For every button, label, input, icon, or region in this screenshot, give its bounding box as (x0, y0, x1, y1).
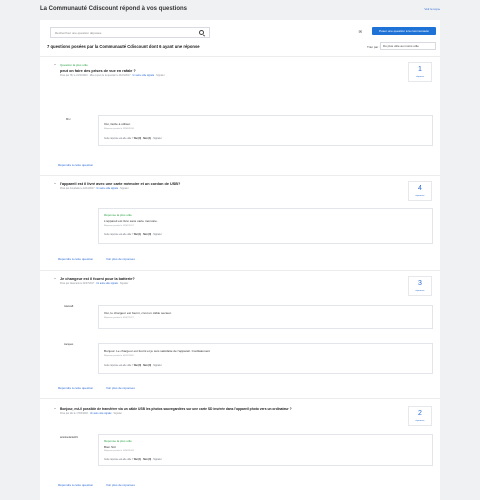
answer-text: Oui, facile à utiliser. (104, 122, 131, 126)
divider (40, 56, 440, 57)
report-link[interactable]: Signaler (153, 365, 161, 367)
search-box[interactable]: Recherchez une question déposée (50, 27, 210, 38)
top-link[interactable]: Voir le top ▸ (424, 7, 440, 11)
answer-useful: Cette réponse est-elle utile ? Oui (0) ·… (104, 365, 162, 367)
reply-button[interactable]: Répondre à cette question (58, 257, 93, 261)
answer-card: Oui, le chargeur est fourni, c'est un câ… (98, 305, 433, 329)
answer-count-label: réponses (415, 290, 425, 292)
report-link[interactable]: Signaler (153, 234, 161, 236)
answer-text: Bonjour. Le chargeur est fourni et je su… (104, 349, 211, 353)
sort-select[interactable]: Du plus utile au moins utile (380, 42, 436, 50)
collapse-icon[interactable]: − (54, 406, 56, 411)
best-answer-badge: Réponse la plus utile (104, 213, 132, 217)
question-title[interactable]: l'appareil est il livré avec une carte m… (60, 182, 180, 186)
report-link[interactable]: Signaler (153, 459, 161, 461)
divider (40, 175, 440, 176)
reply-button[interactable]: Répondre à cette question (58, 163, 93, 167)
meta-link[interactable]: Un autre utile signalé (96, 283, 118, 285)
answer-author: Mr.c (66, 118, 71, 121)
collapse-icon[interactable]: − (54, 276, 56, 281)
answer-author: Gianca8 (64, 305, 74, 308)
answer-author: antoinedantel19 (60, 436, 78, 439)
answer-date: Réponse postée le 05/07/2017 (104, 317, 134, 319)
reply-button[interactable]: Répondre à cette question (58, 386, 93, 390)
answer-count[interactable]: 3 réponses (408, 276, 432, 296)
question-title[interactable]: Je changeur est il fourni pour la batter… (60, 277, 135, 281)
divider (40, 270, 440, 271)
search-input[interactable]: Recherchez une question déposée (55, 31, 101, 35)
questions-summary: 7 questions posées par la Communauté Cdi… (47, 44, 200, 49)
vote-no-button[interactable]: Non (0) (143, 234, 151, 236)
question-title[interactable]: Bonjour, est-il possible de transférer v… (60, 407, 292, 411)
vote-yes-button[interactable]: Oui (0) (134, 365, 141, 367)
answer-date: Réponse postée le 18/03/2018 (104, 450, 134, 452)
answer-date: Réponse postée le 18/01/2017 (104, 225, 134, 227)
question-title[interactable]: peut on faire des prises de vue en rafal… (60, 69, 136, 73)
top-bar: La Communauté Cdiscount répond à vos que… (40, 6, 440, 18)
answer-date: Réponse postée le 28/06/2018 (104, 128, 134, 130)
meta-link[interactable]: Un autre utile signalé (90, 413, 112, 415)
ask-question-button[interactable]: Poser une question à la communauté (372, 27, 436, 35)
vote-no-button[interactable]: Non (0) (143, 459, 151, 461)
more-answers-button[interactable]: Voir plus de réponses (106, 257, 135, 261)
answer-useful: Cette réponse est-elle utile ? Oui (1) ·… (104, 459, 162, 461)
report-link[interactable]: Signaler (153, 138, 161, 140)
divider (40, 398, 440, 399)
question-meta: Posé par Annabelle le 12/12/2017 · Un au… (60, 188, 129, 190)
more-answers-button[interactable]: Voir plus de réponses (106, 483, 135, 487)
meta-link[interactable]: Un autre utile signalé (133, 75, 155, 77)
reply-button[interactable]: Répondre à cette question (58, 483, 93, 487)
question-item: − Question la plus utile peut on faire d… (40, 58, 440, 167)
qa-panel: Recherchez une question déposée ✉ Poser … (40, 20, 440, 500)
vote-yes-button[interactable]: Oui (1) (134, 459, 141, 461)
answer-count-label: réponses (415, 195, 425, 197)
answer-useful: Cette réponse est-elle utile ? Oui (0) ·… (104, 138, 162, 140)
page-title: La Communauté Cdiscount répond à vos que… (40, 6, 188, 12)
answer-count[interactable]: 1 réponse (408, 62, 432, 82)
question-item: − Bonjour, est-il possible de transférer… (40, 400, 440, 495)
question-item: − Je changeur est il fourni pour la batt… (40, 272, 440, 397)
answer-date: Réponse postée le 06/11/2018 (104, 355, 134, 357)
more-answers-button[interactable]: Voir plus de réponses (106, 386, 135, 390)
answer-author: Jacques (64, 343, 74, 346)
question-item: − l'appareil est il livré avec une carte… (40, 177, 440, 272)
sort-label: Trier par : (367, 45, 380, 49)
answer-card: Réponse la plus utile L'appareil est liv… (98, 208, 433, 244)
answer-useful: Cette réponse est-elle utile ? Oui (1) ·… (104, 234, 162, 236)
answer-text: Oui, le chargeur est fourni, c'est un câ… (104, 311, 172, 315)
answer-count-number: 4 (418, 185, 422, 192)
vote-yes-button[interactable]: Oui (0) (134, 138, 141, 140)
collapse-icon[interactable]: − (54, 181, 56, 186)
chat-icon: ✉ (358, 29, 362, 34)
question-meta: Posé par loki le 17/03/2018 · Un autre u… (60, 413, 122, 415)
answer-count-number: 2 (418, 410, 422, 417)
answer-count-label: réponses (415, 420, 425, 422)
answer-count[interactable]: 4 réponses (408, 181, 432, 201)
answer-text: Bien Sûr (104, 445, 116, 449)
question-meta: Posé par Giancarlo le 04/07/2017 · Un au… (60, 283, 129, 285)
question-meta: Posé par Hli, le 21/10/2016 · Mise à jou… (60, 75, 165, 77)
vote-no-button[interactable]: Non (0) (143, 365, 151, 367)
search-icon[interactable] (199, 30, 204, 35)
collapse-icon[interactable]: − (54, 62, 56, 67)
answer-card: Réponse la plus utile Bien Sûr Réponse p… (98, 434, 433, 466)
meta-link[interactable]: Un autre utile signalé (97, 188, 119, 190)
answer-card: Oui, facile à utiliser. Réponse postée l… (98, 115, 433, 146)
answer-text: L'appareil est livré sans carte mémoire. (104, 219, 158, 223)
vote-no-button[interactable]: Non (1) (143, 138, 151, 140)
answer-card: Bonjour. Le chargeur est fourni et je su… (98, 343, 433, 374)
answer-count-number: 1 (418, 66, 422, 73)
best-answer-badge: Réponse la plus utile (104, 439, 132, 443)
vote-yes-button[interactable]: Oui (1) (134, 234, 141, 236)
answer-count-label: réponse (416, 76, 424, 78)
answer-count[interactable]: 2 réponses (408, 406, 432, 426)
best-question-badge: Question la plus utile (60, 63, 88, 67)
answer-count-number: 3 (418, 280, 422, 287)
